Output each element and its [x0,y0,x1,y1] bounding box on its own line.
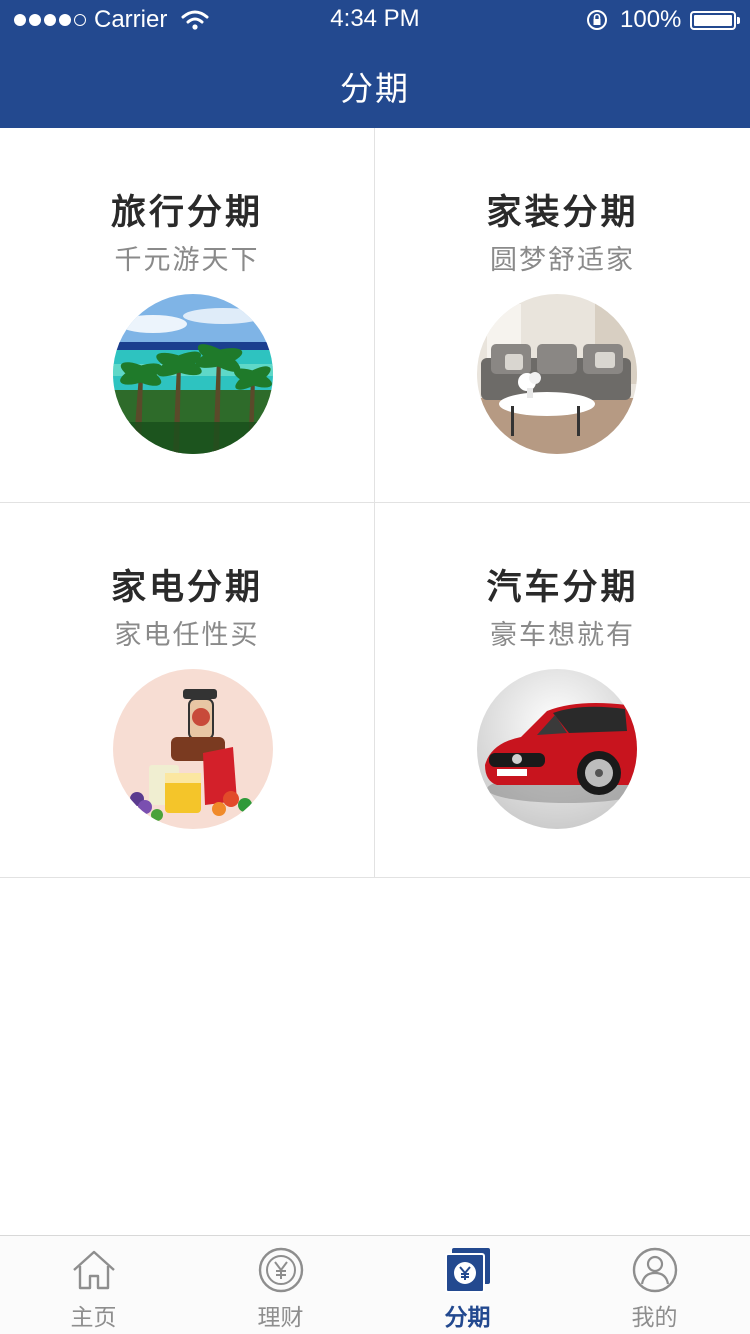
living-room-image [477,294,637,454]
home-icon [73,1250,115,1290]
battery-percentage: 100% [620,6,682,33]
page-title: 分期 [340,69,410,108]
category-title: 家电分期 [110,568,263,608]
category-subtitle: 千元游天下 [114,245,260,276]
rotation-lock-icon [587,10,607,30]
tab-home[interactable]: 主页 [0,1236,187,1334]
category-title: 汽车分期 [486,568,639,608]
category-subtitle: 豪车想就有 [490,620,635,651]
status-bar: Carrier 4:34 PM 100% [0,0,750,40]
category-card-home-decor[interactable]: 家装分期 圆梦舒适家 [375,128,750,503]
tab-wealth[interactable]: 理财 [187,1236,374,1334]
category-subtitle: 圆梦舒适家 [490,245,635,276]
category-title: 旅行分期 [110,193,263,233]
tab-installment[interactable]: 分期 [374,1236,561,1334]
tab-profile[interactable]: 我的 [561,1236,748,1334]
tab-label: 主页 [70,1305,117,1331]
installment-card-icon [445,1248,490,1293]
category-title: 家装分期 [486,193,639,233]
user-profile-icon [632,1247,678,1293]
installment-category-grid: 旅行分期 千元游天下 家装分期 圆梦舒适家 家电分期 家电任性买 汽车分期 豪车… [0,128,750,879]
category-card-car[interactable]: 汽车分期 豪车想就有 [375,503,750,878]
yen-coin-icon [258,1247,304,1293]
tab-bar: 主页 理财 分期 我的 [0,1235,750,1334]
red-car-image [477,669,637,829]
tab-label: 理财 [257,1305,304,1331]
tab-label: 我的 [631,1305,678,1331]
battery-icon [690,11,740,30]
category-subtitle: 家电任性买 [114,620,260,651]
top-bar: Carrier 4:34 PM 100% 分期 [0,0,750,128]
category-card-travel[interactable]: 旅行分期 千元游天下 [0,128,375,503]
tropical-beach-image [113,294,273,454]
juicer-image [113,669,273,829]
category-card-appliances[interactable]: 家电分期 家电任性买 [0,503,375,878]
tab-label: 分期 [444,1305,491,1331]
